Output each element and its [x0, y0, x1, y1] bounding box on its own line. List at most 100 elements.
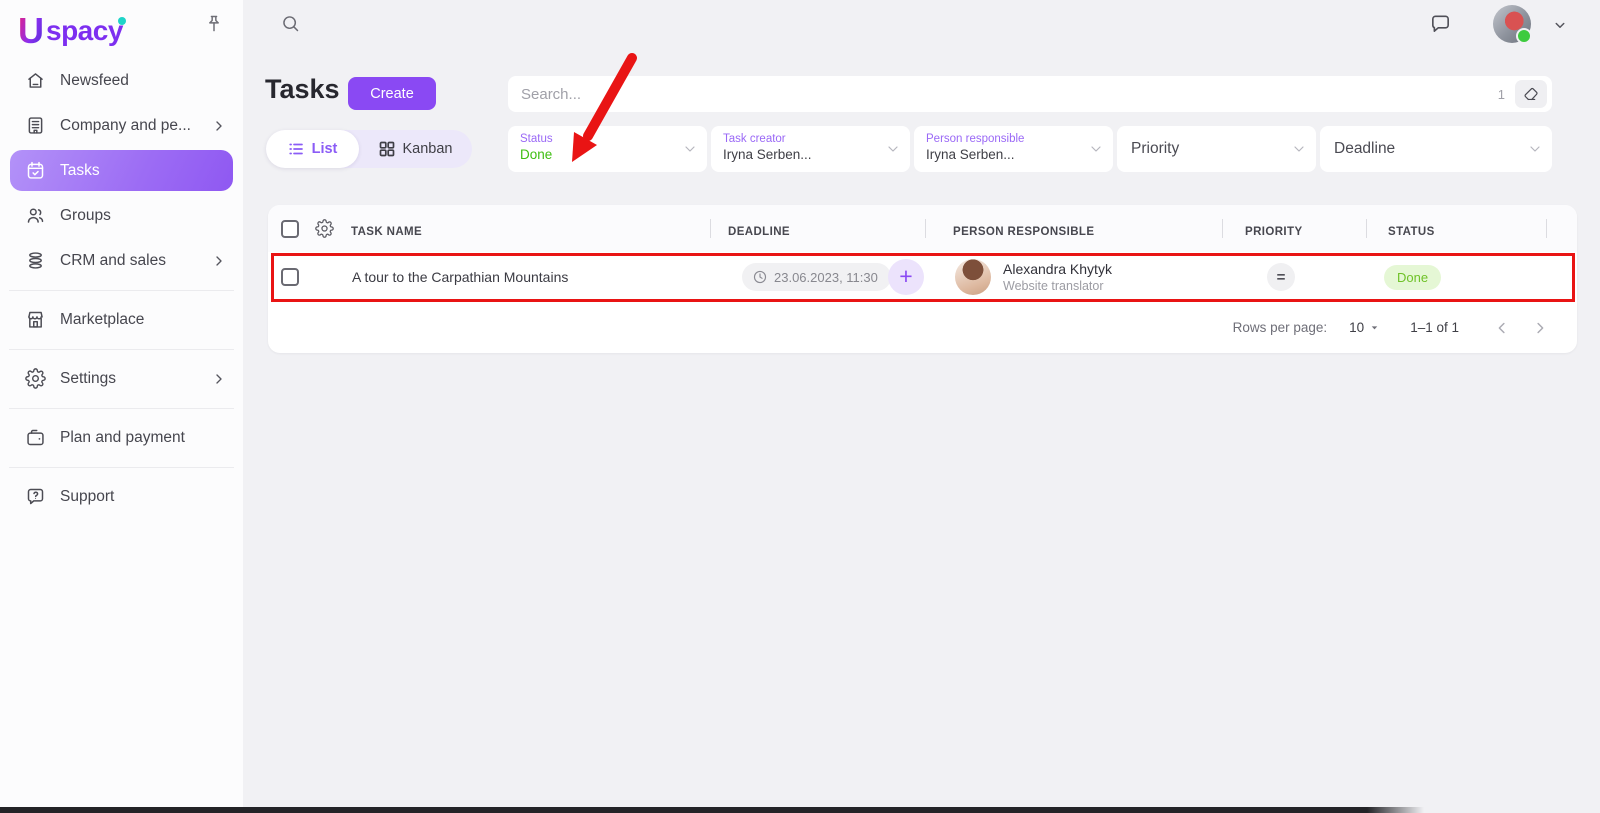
active-filter-count: 1 — [1498, 87, 1505, 102]
tasks-table: TASK NAME DEADLINE PERSON RESPONSIBLE PR… — [268, 205, 1577, 353]
brand-mark: U — [18, 13, 43, 49]
filter-deadline[interactable]: Deadline — [1320, 126, 1552, 172]
task-name[interactable]: A tour to the Carpathian Mountains — [352, 269, 568, 285]
sidebar-item-label: Marketplace — [60, 311, 144, 329]
filter-value: Iryna Serben... — [926, 146, 1087, 163]
next-page-icon[interactable] — [1531, 319, 1549, 337]
status-badge[interactable]: Done — [1384, 265, 1441, 290]
sidebar-nav: Newsfeed Company and pe... — [0, 58, 243, 519]
filter-label: Priority — [1131, 140, 1179, 158]
sidebar-divider — [9, 290, 234, 291]
user-avatar[interactable] — [1493, 5, 1531, 43]
sidebar-item-company[interactable]: Company and pe... — [0, 103, 243, 148]
rows-per-page-value: 10 — [1349, 320, 1364, 335]
column-header-deadline[interactable]: DEADLINE — [728, 226, 790, 238]
filter-value: Iryna Serben... — [723, 146, 884, 163]
priority-medium-icon[interactable]: = — [1267, 263, 1295, 291]
sidebar-divider — [9, 467, 234, 468]
column-header-person-responsible[interactable]: PERSON RESPONSIBLE — [953, 226, 1094, 238]
pagination-range: 1–1 of 1 — [1410, 320, 1459, 335]
chevron-right-icon — [211, 118, 227, 134]
sidebar-item-label: Company and pe... — [60, 117, 191, 135]
store-icon — [25, 309, 46, 330]
responsible-avatar[interactable] — [955, 259, 991, 295]
sidebar-item-plan[interactable]: Plan and payment — [0, 415, 243, 460]
filter-label: Status — [520, 132, 681, 146]
table-settings-gear-icon[interactable] — [315, 219, 334, 238]
table-header: TASK NAME DEADLINE PERSON RESPONSIBLE PR… — [268, 205, 1577, 253]
column-header-task-name[interactable]: TASK NAME — [351, 226, 422, 238]
tab-label: Kanban — [403, 141, 453, 157]
responsible-name[interactable]: Alexandra Khytyk — [1003, 261, 1112, 277]
column-header-priority[interactable]: PRIORITY — [1245, 226, 1303, 238]
select-all-checkbox[interactable] — [281, 220, 299, 238]
database-icon — [25, 250, 46, 271]
sidebar-item-label: Tasks — [60, 162, 100, 180]
sidebar: U spacy Newsfeed — [0, 0, 243, 813]
filter-label: Person responsible — [926, 132, 1087, 146]
sidebar-item-groups[interactable]: Groups — [0, 193, 243, 238]
column-header-status[interactable]: STATUS — [1388, 226, 1435, 238]
filter-person-responsible[interactable]: Person responsible Iryna Serben... — [914, 126, 1113, 172]
chevron-down-icon — [1527, 141, 1543, 157]
building-icon — [25, 115, 46, 136]
sidebar-item-label: Groups — [60, 207, 111, 225]
sidebar-item-crm[interactable]: CRM and sales — [0, 238, 243, 283]
filter-value: Done — [520, 146, 681, 163]
create-button[interactable]: Create — [348, 77, 436, 110]
row-checkbox[interactable] — [281, 268, 299, 286]
list-icon — [288, 141, 304, 157]
rows-per-page-label: Rows per page: — [1233, 320, 1328, 335]
rows-per-page-select[interactable]: 10 — [1349, 320, 1380, 335]
sidebar-item-label: CRM and sales — [60, 252, 166, 270]
table-row[interactable]: A tour to the Carpathian Mountains 23.06… — [268, 252, 1577, 302]
sidebar-item-tasks[interactable]: Tasks — [10, 150, 233, 191]
sidebar-item-newsfeed[interactable]: Newsfeed — [0, 58, 243, 103]
online-status-dot — [1516, 28, 1532, 44]
deadline-pill: 23.06.2023, 11:30 — [742, 263, 891, 291]
chevron-down-icon — [682, 141, 698, 157]
deadline-value: 23.06.2023, 11:30 — [774, 270, 878, 285]
home-icon — [25, 70, 46, 91]
sidebar-item-label: Plan and payment — [60, 429, 185, 447]
help-bubble-icon — [25, 486, 46, 507]
tab-list-view[interactable]: List — [266, 130, 359, 168]
people-icon — [25, 205, 46, 226]
pin-sidebar-icon[interactable] — [203, 13, 225, 35]
sidebar-item-marketplace[interactable]: Marketplace — [0, 297, 243, 342]
sidebar-item-label: Settings — [60, 370, 116, 388]
chevron-down-icon[interactable] — [1551, 16, 1569, 34]
brand-logo[interactable]: U spacy — [18, 10, 123, 52]
previous-page-icon[interactable] — [1493, 319, 1511, 337]
window-bottom-edge — [0, 807, 1424, 813]
column-divider — [1222, 219, 1223, 238]
gear-icon — [25, 368, 46, 389]
tab-kanban-view[interactable]: Kanban — [359, 130, 472, 168]
chevron-right-icon — [211, 371, 227, 387]
filter-priority[interactable]: Priority — [1117, 126, 1316, 172]
add-observer-button[interactable]: + — [888, 259, 924, 295]
sidebar-divider — [9, 349, 234, 350]
chevron-down-icon — [1291, 141, 1307, 157]
brand-dot-icon — [118, 17, 126, 25]
filter-task-creator[interactable]: Task creator Iryna Serben... — [711, 126, 910, 172]
sidebar-divider — [9, 408, 234, 409]
search-input[interactable] — [508, 86, 1498, 103]
view-toggle: List Kanban — [266, 130, 472, 168]
chevron-down-icon — [885, 141, 901, 157]
caret-down-icon — [1369, 322, 1380, 333]
search-icon[interactable] — [280, 13, 301, 34]
wallet-icon — [25, 427, 46, 448]
responsible-role: Website translator — [1003, 279, 1104, 293]
chat-bubble-icon[interactable] — [1429, 12, 1452, 35]
filter-status[interactable]: Status Done — [508, 126, 707, 172]
clear-filters-button[interactable] — [1515, 80, 1547, 108]
tab-label: List — [312, 141, 338, 157]
calendar-check-icon — [25, 160, 46, 181]
pagination: Rows per page: 10 1–1 of 1 — [268, 302, 1549, 353]
sidebar-item-settings[interactable]: Settings — [0, 356, 243, 401]
column-divider — [1366, 219, 1367, 238]
column-divider — [710, 219, 711, 238]
sidebar-item-support[interactable]: Support — [0, 474, 243, 519]
app-window: U spacy Newsfeed — [0, 0, 1600, 813]
